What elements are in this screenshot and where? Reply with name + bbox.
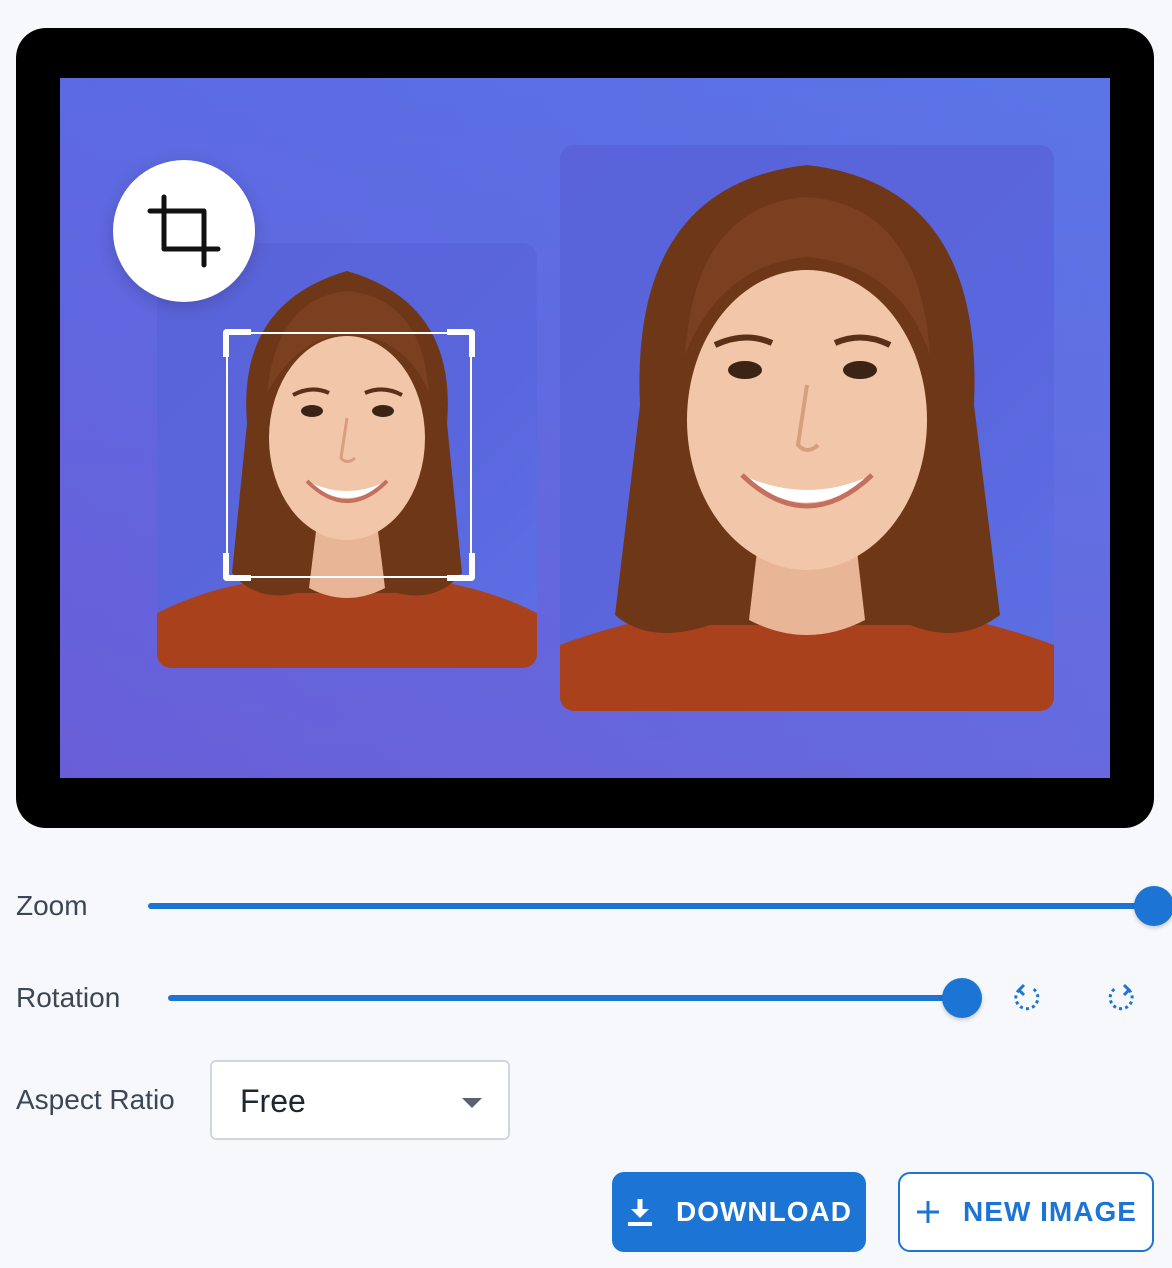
new-image-button[interactable]: NEW IMAGE (898, 1172, 1154, 1252)
cropped-photo (560, 145, 1054, 711)
rotation-slider-track[interactable] (168, 995, 962, 1001)
download-button[interactable]: DOWNLOAD (612, 1172, 866, 1252)
preview-canvas (60, 78, 1110, 778)
aspect-ratio-select[interactable]: Free (210, 1060, 510, 1140)
aspect-ratio-label: Aspect Ratio (16, 1084, 175, 1115)
zoom-slider-track[interactable] (148, 903, 1154, 909)
download-label: DOWNLOAD (676, 1196, 852, 1227)
rotate-right-icon (1108, 983, 1134, 1011)
new-image-label: NEW IMAGE (963, 1196, 1137, 1227)
rotate-left-button[interactable] (1004, 976, 1048, 1020)
rotation-slider-thumb[interactable] (942, 978, 982, 1018)
zoom-slider-thumb[interactable] (1134, 886, 1172, 926)
crop-selection-frame[interactable] (223, 329, 475, 581)
rotation-label: Rotation (16, 982, 121, 1013)
crop-handle-top-left[interactable] (223, 329, 251, 357)
rotate-right-button[interactable] (1100, 976, 1144, 1020)
portrait-illustration-large (560, 165, 1054, 711)
zoom-label: Zoom (16, 890, 88, 921)
plus-icon (915, 1199, 941, 1225)
aspect-ratio-value: Free (240, 1083, 306, 1119)
crop-handle-top-right[interactable] (447, 329, 475, 357)
chevron-down-icon (462, 1098, 482, 1108)
crop-icon (147, 194, 221, 268)
rotate-left-icon (1014, 983, 1040, 1011)
crop-handle-bottom-right[interactable] (447, 553, 475, 581)
crop-handle-bottom-left[interactable] (223, 553, 251, 581)
crop-badge (113, 160, 255, 302)
download-icon (626, 1197, 654, 1227)
image-viewer (16, 28, 1154, 828)
